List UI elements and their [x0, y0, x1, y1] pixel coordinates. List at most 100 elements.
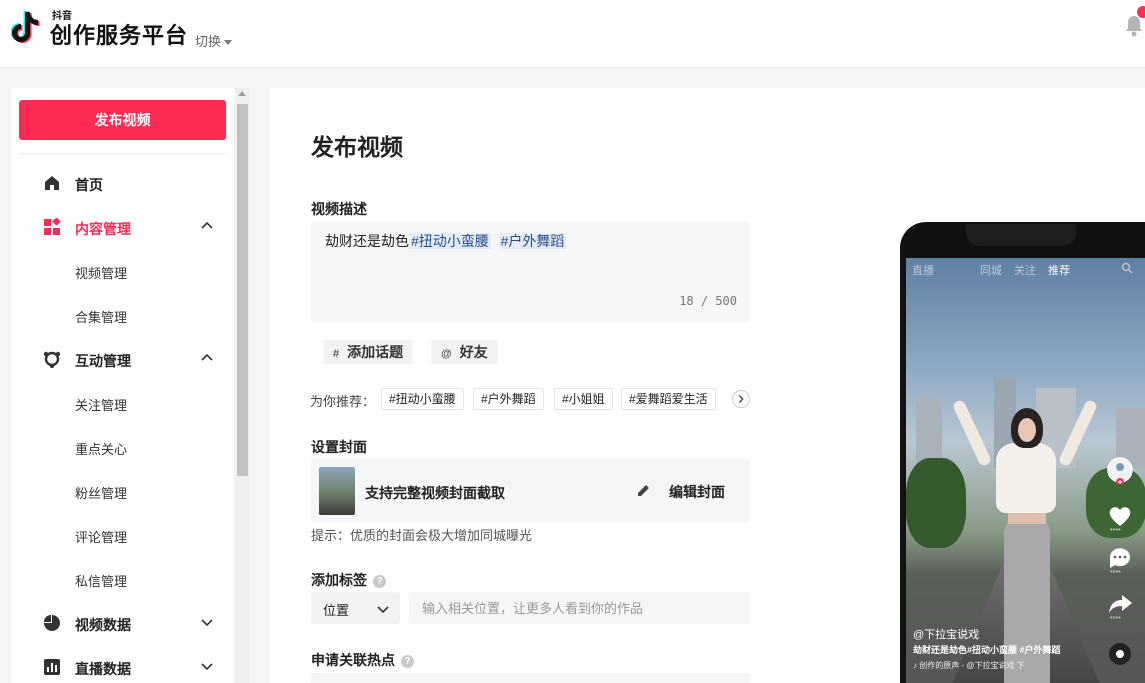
recommend-tag[interactable]: #爱舞蹈爱生活: [621, 388, 716, 410]
sidebar-scrollbar[interactable]: [235, 88, 250, 683]
cover-support-text: 支持完整视频封面截取: [365, 485, 505, 501]
cover-thumbnail[interactable]: [319, 467, 355, 515]
sidebar-sub-fans-manage[interactable]: 粉丝管理: [75, 483, 127, 502]
desc-plain-text: 劫财还是劫色: [325, 233, 409, 249]
like-count: ****: [1110, 528, 1121, 535]
tree: [906, 458, 966, 548]
preview-music: ♪ 创作的原声 - @下拉宝说戏 下: [913, 661, 1025, 670]
author-avatar-icon: [1107, 457, 1133, 484]
heart-icon: [1109, 507, 1131, 526]
hot-topic-label: 申请关联热点: [311, 652, 395, 668]
share-icon: [1109, 595, 1132, 613]
preview-username: @下拉宝说戏: [913, 629, 980, 641]
sidebar-sub-message-manage[interactable]: 私信管理: [75, 571, 127, 590]
sidebar: 发布视频 首页 内容管理 视频管理 合集管理 互动管理 关注管理 重点关心 粉丝…: [11, 88, 234, 683]
phone-preview: 直播 同城 关注 推荐 **** **** **** @下拉宝说戏 劫财还是劫色…: [900, 222, 1145, 683]
brand-title: 创作服务平台: [50, 23, 189, 48]
video-preview-screen[interactable]: 直播 同城 关注 推荐 **** **** **** @下拉宝说戏 劫财还是劫色…: [906, 258, 1145, 683]
switch-label: 切换: [195, 34, 222, 49]
sidebar-sub-follow-manage[interactable]: 关注管理: [75, 395, 127, 414]
publish-video-button[interactable]: 发布视频: [19, 100, 226, 140]
page-title: 发布视频: [311, 134, 403, 161]
chevron-right-icon[interactable]: [732, 390, 750, 408]
cover-label: 设置封面: [311, 439, 367, 455]
search-icon: [1121, 262, 1133, 274]
preview-caption: 劫财还是劫色#扭动小蛮腰 #户外舞蹈: [913, 645, 1061, 655]
comment-count: ****: [1110, 570, 1121, 577]
douyin-logo-icon[interactable]: [11, 8, 43, 44]
video-desc-editor[interactable]: 劫财还是劫色 #扭动小蛮腰 #户外舞蹈 18 / 500: [311, 221, 750, 322]
caret-down-icon: [224, 40, 233, 46]
hot-topic-section-label: 申请关联热点?: [311, 650, 414, 670]
interaction-icon: [43, 351, 61, 368]
chevron-down-icon: [201, 663, 213, 671]
location-input[interactable]: [409, 592, 750, 624]
cover-setting-box: 支持完整视频封面截取 编辑封面: [311, 459, 750, 523]
hot-topic-input[interactable]: [311, 673, 750, 683]
desc-hashtag: #户外舞蹈: [498, 233, 567, 249]
add-tag-section-label: 添加标签?: [311, 570, 386, 590]
chevron-up-icon: [201, 221, 213, 229]
dancer-arm: [951, 398, 993, 468]
sidebar-sub-comment-manage[interactable]: 评论管理: [75, 527, 127, 546]
top-header: 抖音 创作服务平台 切换: [0, 0, 1145, 68]
chevron-up-icon: [201, 353, 213, 361]
preview-tab: 同城: [980, 265, 1002, 277]
chevron-down-icon: [377, 606, 389, 614]
sidebar-item-label: 内容管理: [75, 221, 131, 237]
at-icon: @: [441, 348, 452, 360]
sidebar-item-label: 互动管理: [75, 353, 131, 369]
dancer-face: [1018, 418, 1036, 442]
add-tag-label: 添加标签: [311, 572, 367, 588]
dancer-legs: [1004, 520, 1050, 683]
sidebar-sub-key-care[interactable]: 重点关心: [75, 439, 127, 458]
notification-badge: [1137, 6, 1145, 18]
sidebar-item-home[interactable]: 首页: [11, 165, 234, 201]
sidebar-item-video-data[interactable]: 视频数据: [11, 605, 234, 641]
help-question-icon[interactable]: ?: [373, 575, 386, 588]
add-topic-label: 添加话题: [347, 344, 404, 360]
sidebar-item-interaction[interactable]: 互动管理: [11, 341, 234, 377]
preview-tab: 直播: [912, 265, 934, 277]
edit-cover-label: 编辑封面: [669, 484, 725, 500]
preview-tab: 关注: [1014, 265, 1036, 277]
help-question-icon[interactable]: ?: [401, 655, 414, 668]
switch-dropdown[interactable]: 切换: [195, 31, 233, 50]
preview-tab-selected: 推荐: [1048, 265, 1070, 277]
cover-hint: 提示：优质的封面会极大增加同城曝光: [311, 528, 533, 543]
recommend-tag[interactable]: #户外舞蹈: [473, 388, 544, 410]
sidebar-item-label: 视频数据: [75, 617, 131, 633]
scrollbar-thumb[interactable]: [237, 104, 248, 476]
mention-friend-label: 好友: [459, 344, 488, 360]
sidebar-item-label: 首页: [75, 177, 103, 193]
sidebar-divider: [19, 153, 226, 154]
share-count: ****: [1110, 616, 1121, 623]
pencil-icon: [638, 485, 649, 496]
home-icon: [45, 176, 59, 190]
recommend-tag[interactable]: #小姐姐: [554, 388, 613, 410]
sidebar-item-live-data[interactable]: 直播数据: [11, 649, 234, 683]
desc-hashtag: #扭动小蛮腰: [409, 233, 491, 249]
hash-icon: #: [333, 348, 340, 360]
tag-type-value: 位置: [323, 603, 350, 618]
desc-char-count: 18 / 500: [679, 294, 737, 308]
comment-icon: [1110, 548, 1130, 568]
music-disc-icon: [1109, 643, 1131, 665]
sidebar-sub-video-manage[interactable]: 视频管理: [75, 263, 127, 282]
sidebar-sub-collection-manage[interactable]: 合集管理: [75, 307, 127, 326]
sidebar-item-content[interactable]: 内容管理: [11, 209, 234, 245]
scroll-up-arrow-icon[interactable]: [238, 91, 246, 96]
bar-chart-icon: [44, 659, 60, 675]
dancer-body: [996, 443, 1056, 513]
video-desc-content[interactable]: 劫财还是劫色 #扭动小蛮腰 #户外舞蹈: [325, 231, 567, 251]
pie-chart-icon: [44, 615, 60, 631]
video-desc-label: 视频描述: [311, 201, 367, 217]
add-topic-button[interactable]: # 添加话题: [323, 340, 414, 364]
recommend-label: 为你推荐：: [310, 394, 376, 409]
chevron-down-icon: [201, 619, 213, 627]
preview-music-text: 创作的原声 - @下拉宝说戏 下: [919, 661, 1025, 670]
tag-type-select[interactable]: 位置: [311, 592, 400, 624]
mention-friend-button[interactable]: @ 好友: [431, 340, 498, 364]
content-grid-icon: [44, 218, 61, 235]
recommend-tag[interactable]: #扭动小蛮腰: [381, 388, 464, 410]
